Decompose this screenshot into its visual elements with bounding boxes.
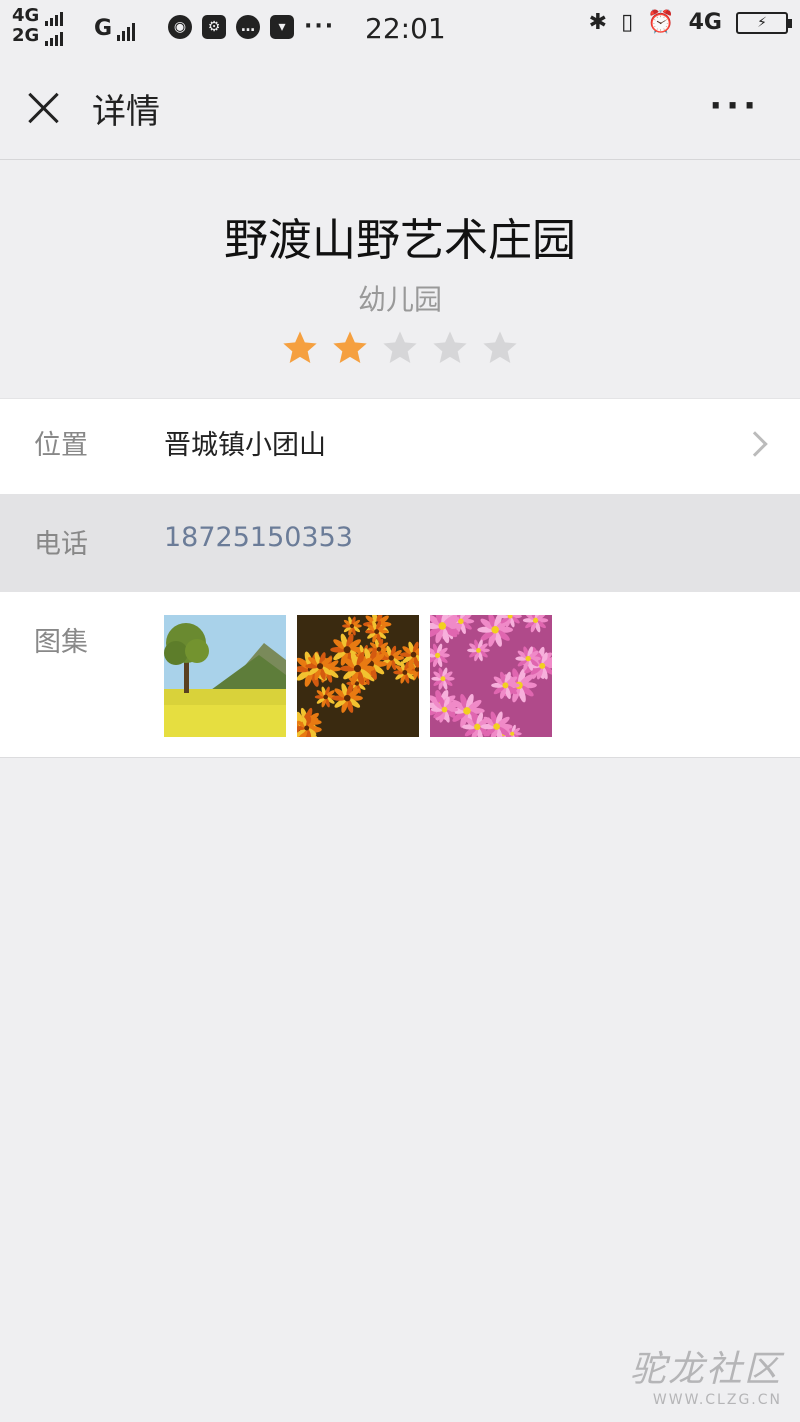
location-label: 位置 — [34, 430, 88, 461]
place-header: 野渡山野艺术庄园 幼儿园 — [0, 160, 800, 398]
star-filled-icon — [330, 328, 370, 368]
star-empty-icon — [380, 328, 420, 368]
phone-row[interactable]: 电话 18725150353 — [0, 494, 800, 592]
message-icon: … — [236, 14, 260, 39]
bluetooth-icon: ✱ — [588, 10, 608, 35]
orange-flowers-photo — [297, 615, 419, 737]
location-row[interactable]: 位置 晋城镇小团山 — [0, 398, 800, 494]
gallery-thumb-orange-flowers[interactable] — [297, 615, 419, 737]
place-name: 野渡山野艺术庄园 — [224, 215, 576, 266]
network-g: G — [94, 16, 136, 41]
gallery — [164, 615, 552, 737]
bag-icon: ▾ — [270, 14, 294, 39]
signal-icon — [45, 12, 64, 26]
phone-label: 电话 — [34, 529, 88, 560]
vibrate-icon: ▯ — [621, 10, 634, 35]
settings-app-icon: ⚙ — [202, 14, 226, 39]
gallery-label: 图集 — [34, 627, 88, 658]
star-empty-icon — [480, 328, 520, 368]
signal-icon — [45, 32, 64, 46]
network-type-1: 4G — [12, 5, 40, 26]
nav-bar: 详情 ··· — [0, 56, 800, 160]
landscape-photo — [164, 615, 286, 737]
star-empty-icon — [430, 328, 470, 368]
page-title: 详情 — [92, 92, 160, 132]
alarm-icon: ⏰ — [647, 10, 675, 35]
globe-icon: ◉ — [168, 14, 192, 39]
battery-charging-icon: ⚡ — [736, 11, 792, 34]
clock: 22:01 — [365, 12, 446, 45]
close-icon[interactable] — [26, 90, 62, 126]
network-type-2: 2G — [12, 25, 40, 46]
system-icons: ✱ ▯ ⏰ 4G ⚡ — [588, 10, 792, 35]
gallery-thumb-landscape[interactable] — [164, 615, 286, 737]
gallery-row: 图集 — [0, 592, 800, 758]
gallery-thumb-pink-flowers[interactable] — [430, 615, 552, 737]
watermark: 驼龙社区 WWW.CLZG.CN — [630, 1340, 782, 1408]
watermark-logo: 驼龙社区 — [629, 1349, 782, 1390]
phone-number[interactable]: 18725150353 — [164, 522, 353, 553]
star-filled-icon — [280, 328, 320, 368]
place-category: 幼儿园 — [357, 283, 442, 316]
pink-flowers-photo — [430, 615, 552, 737]
signal-icon — [117, 23, 136, 41]
notification-icons: ◉ ⚙ … ▾ ··· — [168, 14, 335, 39]
location-value: 晋城镇小团山 — [164, 430, 326, 461]
network-signals: 4G 2G — [12, 5, 64, 46]
more-options-icon[interactable]: ··· — [709, 86, 760, 126]
watermark-url: WWW.CLZG.CN — [652, 1392, 782, 1408]
network-type-3: G — [94, 16, 113, 41]
status-bar: 4G 2G G ◉ ⚙ … ▾ ··· 22:01 ✱ ▯ ⏰ 4G ⚡ — [0, 0, 800, 56]
network-type-right: 4G — [688, 10, 722, 35]
star-rating — [0, 328, 800, 368]
chevron-right-icon — [742, 431, 768, 457]
more-notifications-icon: ··· — [304, 14, 336, 39]
